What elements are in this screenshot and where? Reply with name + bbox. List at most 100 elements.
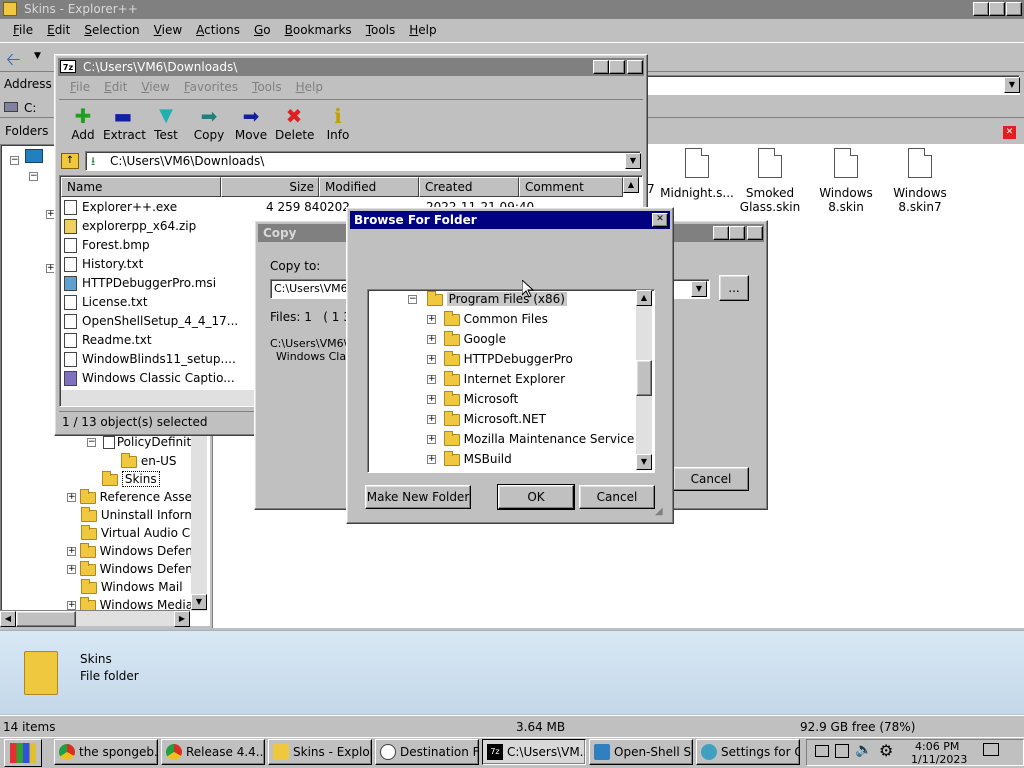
- menu-actions[interactable]: Actions: [189, 23, 247, 37]
- expand-icon[interactable]: +: [427, 415, 436, 424]
- minimize-button[interactable]: _: [973, 2, 989, 16]
- taskbar-button-destination[interactable]: Destination F...: [375, 739, 479, 765]
- copy-button[interactable]: ➡ Copy: [191, 104, 227, 142]
- start-button[interactable]: [4, 739, 42, 767]
- expand-icon[interactable]: +: [427, 375, 436, 384]
- tree-expander[interactable]: −: [87, 438, 96, 447]
- resize-grip-icon[interactable]: ◢: [655, 506, 663, 517]
- col-comment[interactable]: Comment: [519, 177, 623, 197]
- clock-date[interactable]: 1/11/2023: [911, 753, 967, 766]
- taskbar-button-settings[interactable]: Settings for O...: [696, 739, 800, 765]
- menu-help[interactable]: Help: [402, 23, 443, 37]
- menu-file[interactable]: File: [63, 80, 97, 94]
- clock-time[interactable]: 4:06 PM: [915, 740, 959, 753]
- menu-tools[interactable]: Tools: [359, 23, 403, 37]
- make-new-folder-button[interactable]: Make New Folder: [365, 485, 471, 509]
- tree-expander[interactable]: +: [67, 565, 76, 574]
- tree-hscrollbar[interactable]: ◀ ▶: [0, 610, 190, 627]
- tree-vscrollbar[interactable]: [191, 435, 207, 611]
- tree-item-msbuild[interactable]: + MSBuild: [427, 450, 512, 470]
- tree-row[interactable]: Windows Mail: [81, 578, 183, 598]
- add-button[interactable]: ✚ Add: [65, 104, 101, 142]
- file-item[interactable]: Midnight.s...: [659, 148, 735, 200]
- expand-icon[interactable]: +: [427, 335, 436, 344]
- tree-row[interactable]: + Reference Assem: [67, 488, 204, 508]
- tree-item-mozilla-maintenance-service[interactable]: + Mozilla Maintenance Service: [427, 430, 634, 450]
- menu-file[interactable]: File: [6, 23, 40, 37]
- taskbar-button-7zip[interactable]: 7z C:\Users\VM...: [482, 739, 586, 765]
- file-item[interactable]: Windows 8.skin: [809, 148, 883, 214]
- menu-view[interactable]: View: [147, 23, 189, 37]
- info-button[interactable]: ℹ Info: [323, 104, 353, 142]
- tree-row-en-us[interactable]: en-US: [121, 452, 177, 472]
- network-icon[interactable]: [835, 744, 849, 758]
- test-button[interactable]: ▼ Test: [149, 104, 183, 142]
- gear-icon[interactable]: ⚙: [879, 741, 893, 760]
- tree-expander[interactable]: +: [67, 547, 76, 556]
- file-item[interactable]: Windows 8.skin7: [883, 148, 957, 214]
- menu-tools[interactable]: Tools: [245, 80, 289, 94]
- tree-row-policydefinit[interactable]: − PolicyDefinit: [87, 435, 191, 453]
- path-dropdown-button[interactable]: ▼: [625, 153, 641, 169]
- sevenzip-titlebar[interactable]: 7z C:\Users\VM6\Downloads\ _ □ ✕: [58, 58, 644, 76]
- tree-item-microsoft[interactable]: + Microsoft: [427, 390, 518, 410]
- scroll-thumb[interactable]: [636, 360, 652, 396]
- col-modified[interactable]: Modified: [319, 177, 419, 197]
- tree-expander[interactable]: −: [29, 169, 38, 183]
- col-name[interactable]: Name: [61, 177, 221, 197]
- col-size[interactable]: Size: [221, 177, 319, 197]
- taskbar-button-explorer[interactable]: Skins - Explor...: [268, 739, 372, 765]
- tree-expander[interactable]: −: [10, 153, 19, 167]
- volume-icon[interactable]: 🔊: [855, 742, 872, 758]
- menu-help[interactable]: Help: [289, 80, 330, 94]
- menu-view[interactable]: View: [134, 80, 176, 94]
- browse-button[interactable]: ...: [719, 275, 749, 301]
- tree-scroll-down[interactable]: ▼: [191, 594, 207, 610]
- expand-icon[interactable]: +: [427, 355, 436, 364]
- expand-icon[interactable]: +: [427, 435, 436, 444]
- minimize-button[interactable]: _: [593, 60, 609, 74]
- list-scroll-up[interactable]: ▲: [623, 177, 639, 193]
- flag-icon[interactable]: [815, 745, 829, 757]
- tree-item-common-files[interactable]: + Common Files: [427, 310, 548, 330]
- collapse-icon[interactable]: −: [408, 295, 417, 304]
- cancel-button[interactable]: Cancel: [579, 485, 655, 509]
- taskbar-button-chrome-2[interactable]: Release 4.4....: [161, 739, 265, 765]
- minimize-button[interactable]: _: [713, 226, 729, 240]
- tree-expander[interactable]: +: [67, 601, 76, 610]
- expand-icon[interactable]: +: [427, 315, 436, 324]
- menu-favorites[interactable]: Favorites: [177, 80, 245, 94]
- tree-row-skins[interactable]: Skins: [102, 470, 160, 490]
- tree-item-microsoft-net[interactable]: + Microsoft.NET: [427, 410, 546, 430]
- ok-button[interactable]: OK: [497, 484, 575, 510]
- close-folders-button[interactable]: ✕: [1003, 126, 1016, 139]
- back-dropdown-icon[interactable]: ▼: [34, 51, 41, 61]
- copy-cancel-button[interactable]: Cancel: [673, 467, 749, 491]
- delete-button[interactable]: ✖ Delete: [275, 104, 314, 142]
- close-button[interactable]: ✕: [627, 60, 643, 74]
- address-dropdown-button[interactable]: ▼: [1004, 77, 1020, 93]
- menu-selection[interactable]: Selection: [77, 23, 146, 37]
- extract-button[interactable]: ▬ Extract: [103, 104, 146, 142]
- folder-tree-view[interactable]: − Program Files (x86) + Common Files + G…: [367, 289, 655, 473]
- tree-item-internet-explorer[interactable]: + Internet Explorer: [427, 370, 565, 390]
- menu-bookmarks[interactable]: Bookmarks: [278, 23, 359, 37]
- tree-row[interactable]: + Windows Defend: [67, 560, 201, 580]
- main-titlebar[interactable]: Skins - Explorer++ _ ❐ ✕: [0, 0, 1024, 19]
- expand-icon[interactable]: +: [427, 395, 436, 404]
- tree-scroll-right[interactable]: ▶: [174, 611, 190, 627]
- address-input[interactable]: [645, 75, 1020, 95]
- menu-go[interactable]: Go: [247, 23, 278, 37]
- restore-button[interactable]: ❐: [989, 2, 1005, 16]
- taskbar-button-openshell[interactable]: Open-Shell S...: [589, 739, 693, 765]
- tree-item-google[interactable]: + Google: [427, 330, 506, 350]
- move-button[interactable]: ➡ Move: [233, 104, 269, 142]
- drive-label[interactable]: C:: [24, 101, 36, 115]
- maximize-button[interactable]: □: [729, 226, 745, 240]
- close-button[interactable]: ✕: [652, 213, 668, 227]
- copy-to-dropdown[interactable]: ▼: [691, 281, 707, 297]
- menu-edit[interactable]: Edit: [97, 80, 134, 94]
- path-input[interactable]: ⭳ C:\Users\VM6\Downloads\: [85, 151, 641, 171]
- tree-row[interactable]: Virtual Audio Ca: [81, 524, 198, 544]
- close-button[interactable]: ✕: [747, 226, 763, 240]
